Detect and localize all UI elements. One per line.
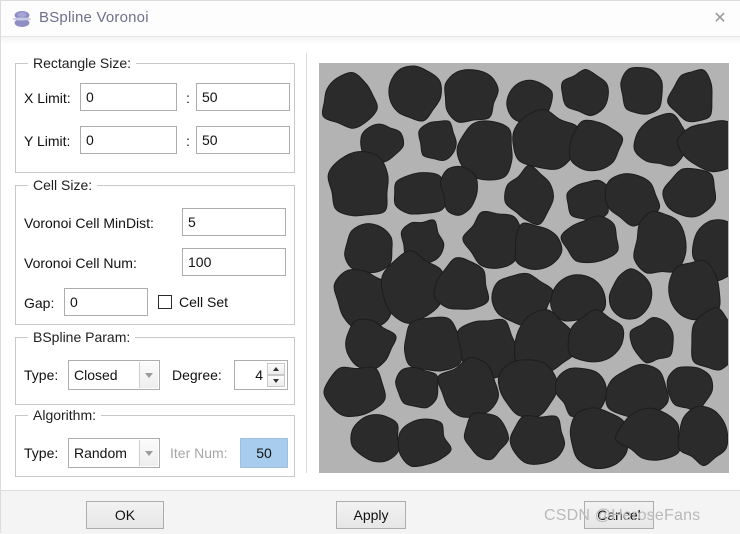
group-algorithm-title: Algorithm: — [28, 407, 102, 423]
vertical-separator — [306, 53, 307, 473]
y-limit-label: Y Limit: — [24, 133, 71, 149]
voronoi-cell-mindist-input[interactable]: 5 — [182, 208, 286, 236]
voronoi-cell-num-label: Voronoi Cell Num: — [24, 255, 137, 271]
ok-button[interactable]: OK — [86, 501, 164, 529]
voronoi-cell-mindist-label: Voronoi Cell MinDist: — [24, 215, 154, 231]
close-icon[interactable]: ✕ — [705, 5, 735, 33]
y-limit-max-input[interactable]: 50 — [196, 126, 290, 154]
x-limit-label: X Limit: — [24, 90, 71, 106]
cell-set-checkbox[interactable] — [158, 295, 172, 309]
cell-set-label: Cell Set — [179, 294, 229, 310]
group-algorithm: Algorithm: Type: Random Iter Num: 50 — [15, 407, 295, 477]
voronoi-cell-num-input[interactable]: 100 — [182, 248, 286, 276]
bspline-type-select[interactable]: Closed — [68, 360, 160, 390]
chevron-down-icon[interactable] — [139, 440, 158, 466]
group-bspline-param-title: BSpline Param: — [28, 329, 136, 345]
group-rectangle-size: Rectangle Size: X Limit: 0 : 50 Y Limit:… — [15, 55, 295, 173]
iter-num-input[interactable]: 50 — [240, 438, 288, 468]
bspline-type-value: Closed — [74, 367, 118, 383]
cancel-button[interactable]: Cancel — [584, 501, 654, 529]
voronoi-bspline-preview[interactable] — [319, 63, 729, 473]
spindle-icon — [11, 8, 33, 30]
voronoi-cell — [344, 223, 393, 274]
x-limit-separator: : — [186, 90, 190, 106]
group-rectangle-size-title: Rectangle Size: — [28, 55, 137, 71]
bspline-voronoi-dialog: BSpline Voronoi ✕ Rectangle Size: X Limi… — [0, 0, 740, 534]
voronoi-cell — [509, 414, 566, 465]
algorithm-type-value: Random — [74, 445, 127, 461]
spinner-up-icon[interactable] — [267, 363, 285, 375]
dialog-content: Rectangle Size: X Limit: 0 : 50 Y Limit:… — [1, 37, 740, 490]
preview-canvas — [320, 64, 728, 472]
group-cell-size-title: Cell Size: — [28, 177, 98, 193]
dialog-footer: OK Apply Cancel — [1, 490, 740, 534]
gap-input[interactable]: 0 — [64, 288, 148, 316]
algorithm-type-select[interactable]: Random — [68, 438, 160, 468]
spinner-down-icon[interactable] — [267, 375, 285, 387]
algorithm-type-label: Type: — [24, 445, 59, 461]
iter-num-label: Iter Num: — [170, 445, 228, 461]
spinner-buttons[interactable] — [267, 363, 285, 387]
bspline-type-label: Type: — [24, 367, 59, 383]
bspline-degree-spinner[interactable]: 4 — [234, 360, 288, 390]
chevron-down-icon[interactable] — [139, 362, 158, 388]
voronoi-cell — [444, 69, 499, 123]
gap-label: Gap: — [24, 295, 55, 311]
window-title: BSpline Voronoi — [39, 9, 149, 26]
cell-set-checkbox-row[interactable]: Cell Set — [158, 294, 228, 310]
title-bar: BSpline Voronoi ✕ — [1, 1, 740, 37]
voronoi-cell — [620, 67, 663, 115]
bspline-degree-value: 4 — [255, 367, 263, 383]
voronoi-cell — [393, 172, 449, 215]
apply-button[interactable]: Apply — [336, 501, 406, 529]
x-limit-max-input[interactable]: 50 — [196, 83, 290, 111]
bspline-degree-label: Degree: — [172, 367, 222, 383]
voronoi-cell — [418, 120, 457, 162]
x-limit-min-input[interactable]: 0 — [80, 83, 177, 111]
group-cell-size: Cell Size: Voronoi Cell MinDist: 5 Voron… — [15, 177, 295, 325]
y-limit-separator: : — [186, 133, 190, 149]
group-bspline-param: BSpline Param: Type: Closed Degree: 4 — [15, 329, 295, 405]
y-limit-min-input[interactable]: 0 — [80, 126, 177, 154]
